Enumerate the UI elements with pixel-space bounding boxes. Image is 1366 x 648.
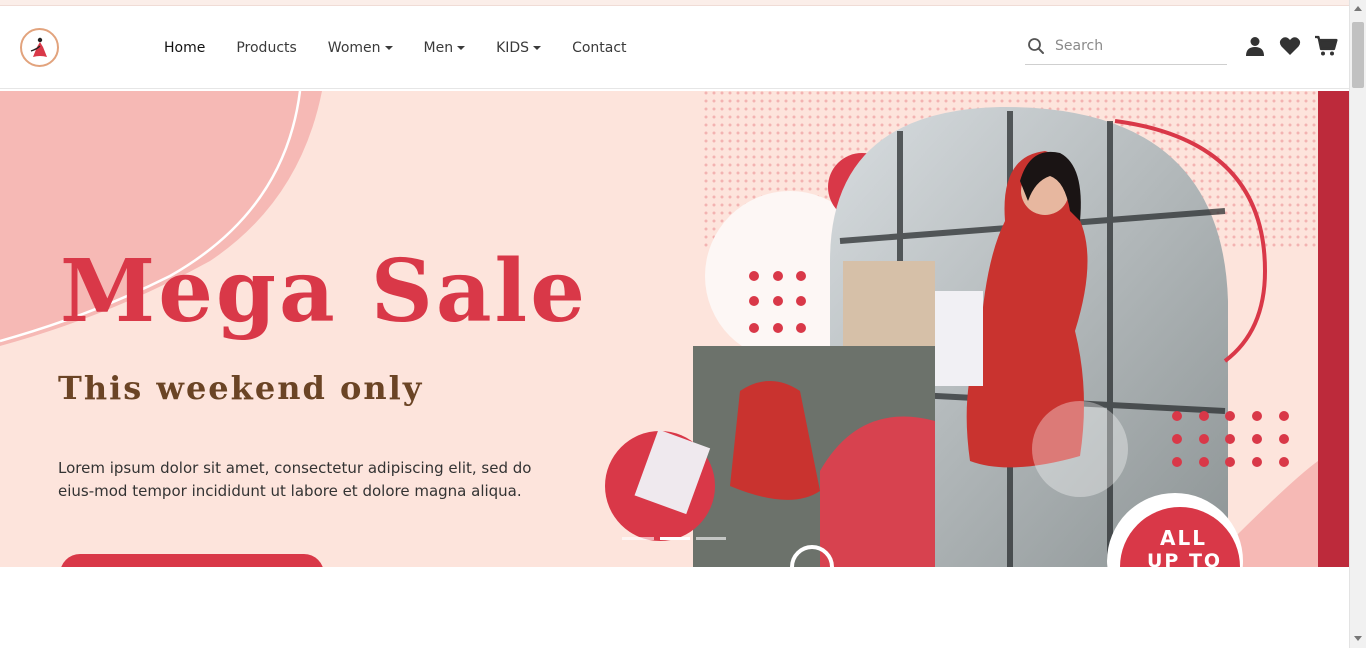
nav-kids-label: KIDS [496,40,530,56]
scroll-down-arrow-icon[interactable] [1354,636,1362,641]
search-box [1025,28,1227,65]
navbar: Home Products Women Men KIDS Contact [0,7,1349,89]
hero-title: Mega Sale [60,241,588,342]
heart-icon[interactable] [1279,36,1301,61]
nav-products-label: Products [236,40,297,56]
caret-down-icon [384,46,393,50]
shop-now-button[interactable] [60,554,324,567]
search-icon[interactable] [1027,37,1045,55]
nav-products[interactable]: Products [236,40,296,56]
badge-line-1: ALL [1160,526,1207,550]
carousel-indicator-active[interactable] [660,537,690,540]
nav-contact[interactable]: Contact [572,40,626,56]
nav-contact-label: Contact [572,40,627,56]
nav-men[interactable]: Men [424,40,466,56]
nav-women-label: Women [327,40,381,56]
brand-logo[interactable] [20,28,59,67]
scroll-up-arrow-icon[interactable] [1354,6,1362,11]
page-scrollbar[interactable] [1349,0,1366,648]
cart-icon[interactable] [1314,35,1338,62]
hero-banner[interactable]: Mega Sale This weekend only Lorem ipsum … [0,91,1349,567]
nav-home[interactable]: Home [164,40,205,56]
user-icon[interactable] [1244,35,1266,62]
nav-women[interactable]: Women [328,40,393,56]
hero-description: Lorem ipsum dolor sit amet, consectetur … [58,459,532,500]
header-icons [1244,35,1351,62]
scroll-thumb[interactable] [1352,22,1364,88]
nav-men-label: Men [423,40,454,56]
caret-down-icon [533,46,542,50]
top-strip [0,0,1349,6]
nav-kids[interactable]: KIDS [496,40,542,56]
hero-subtitle: This weekend only [58,369,424,407]
carousel-indicator[interactable] [696,537,726,540]
search-input[interactable] [1055,38,1215,54]
main-nav: Home Products Women Men KIDS Contact [164,7,658,89]
caret-down-icon [457,46,466,50]
dress-logo-icon [30,37,47,57]
badge-line-2: UP TO [1147,550,1223,567]
nav-home-label: Home [164,40,206,56]
carousel-indicator[interactable] [622,537,654,540]
